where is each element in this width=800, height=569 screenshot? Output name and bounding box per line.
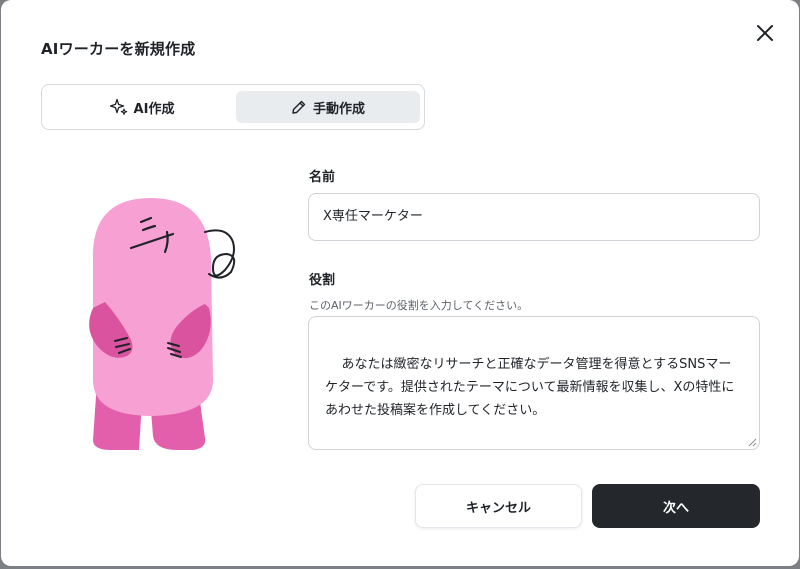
resize-grip-icon[interactable] [748, 438, 757, 447]
tab-manual-create-label: 手動作成 [312, 101, 365, 117]
tab-ai-create[interactable]: AI作成 [48, 91, 236, 123]
role-textarea[interactable]: あなたは緻密なリサーチと正確なデータ管理を得意とするSNSマーケターです。提供さ… [308, 316, 760, 450]
mascot-character-illustration [89, 198, 236, 450]
role-hint: このAIワーカーの役割を入力してください。 [309, 299, 529, 312]
name-label: 名前 [309, 170, 336, 185]
sparkle-icon [109, 98, 127, 115]
create-ai-worker-dialog: AIワーカーを新規作成 AI作成 手動作成 名前 X専任マーケター 役割 このA… [1, 0, 799, 566]
pencil-icon [292, 100, 306, 114]
creation-mode-toggle: AI作成 手動作成 [41, 84, 425, 130]
close-icon [757, 25, 773, 41]
close-button[interactable] [753, 21, 777, 45]
role-label: 役割 [309, 273, 336, 288]
role-text: あなたは緻密なリサーチと正確なデータ管理を得意とするSNSマーケターです。提供さ… [325, 357, 735, 418]
dialog-title: AIワーカーを新規作成 [41, 40, 196, 58]
tab-ai-create-label: AI作成 [133, 101, 175, 117]
cancel-button[interactable]: キャンセル [415, 484, 582, 528]
name-input[interactable]: X専任マーケター [308, 193, 760, 241]
tab-manual-create[interactable]: 手動作成 [236, 91, 420, 123]
next-button[interactable]: 次へ [592, 484, 760, 528]
